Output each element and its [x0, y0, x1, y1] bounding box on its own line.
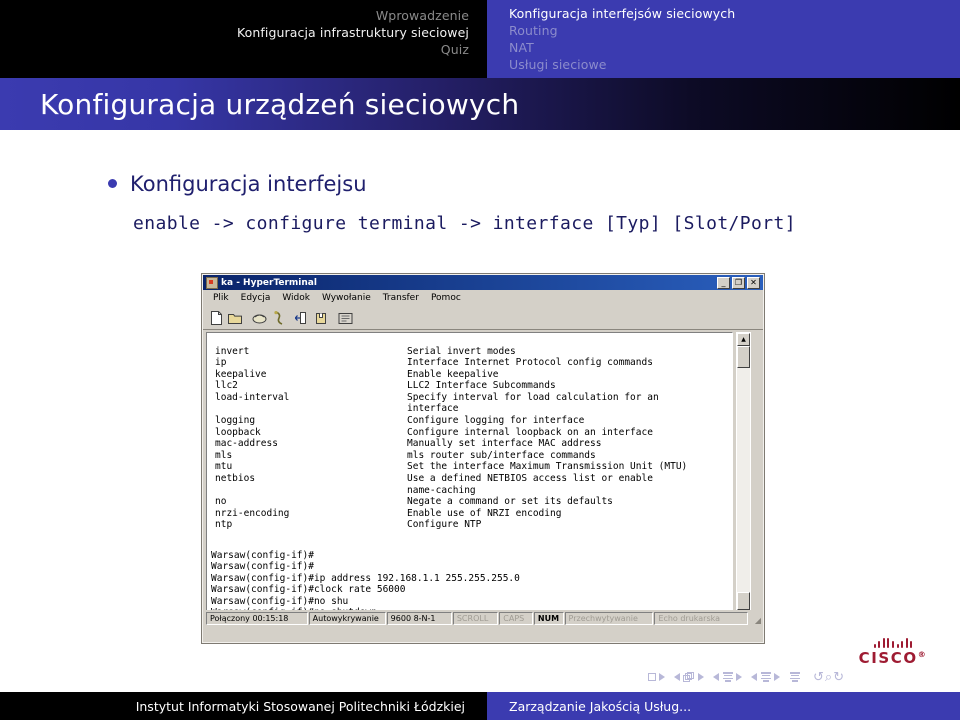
- next-frame-icon[interactable]: [698, 673, 704, 681]
- terminal-vertical-scrollbar[interactable]: ▲ ▼: [736, 332, 751, 624]
- hyperterminal-menubar: Plik Edycja Widok Wywołanie Transfer Pom…: [203, 290, 763, 307]
- scrollbar-thumb[interactable]: [737, 346, 750, 368]
- cisco-text: CISCO: [858, 649, 918, 667]
- cisco-logo: CISCO®: [850, 637, 936, 667]
- maximize-button[interactable]: ❐: [732, 276, 745, 289]
- frame-icon[interactable]: [683, 671, 695, 683]
- subsection-nav-group: [713, 672, 742, 682]
- status-line-settings: 9600 8-N-1: [386, 612, 452, 625]
- open-folder-icon[interactable]: [226, 310, 244, 327]
- slide-title-bar: Konfiguracja urządzeń sieciowych: [0, 78, 960, 130]
- cisco-bridge-icon: [850, 637, 936, 648]
- next-subsection-icon[interactable]: [736, 672, 742, 681]
- presentation-icon[interactable]: [789, 672, 800, 682]
- nav-item-konfiguracja-infrastruktury[interactable]: Konfiguracja infrastruktury sieciowej: [237, 24, 487, 41]
- terminal-commands-column: invert ip keepalive llc2 load-interval l…: [215, 345, 290, 531]
- nav-item-wprowadzenie[interactable]: Wprowadzenie: [376, 7, 487, 24]
- slide-root: Wprowadzenie Konfiguracja infrastruktury…: [0, 0, 960, 720]
- resize-grip-icon[interactable]: ◢: [749, 612, 761, 625]
- minimize-button[interactable]: _: [717, 276, 730, 289]
- forward-icon[interactable]: ↻: [833, 670, 845, 685]
- section-nav-left: Wprowadzenie Konfiguracja infrastruktury…: [0, 0, 487, 78]
- status-printer-echo: Echo drukarska: [654, 612, 749, 625]
- bullet-dot-icon: [108, 179, 117, 188]
- call-phone-icon[interactable]: [250, 310, 268, 327]
- terminal-descriptions-column: Serial invert modes Interface Internet P…: [407, 345, 688, 531]
- frame-nav-group: [674, 671, 704, 683]
- status-num: NUM: [533, 612, 564, 625]
- section-icon[interactable]: [760, 672, 771, 682]
- history-controls: ↺⌕↻: [813, 670, 845, 685]
- cisco-trademark: ®: [917, 650, 928, 659]
- footer-institute: Instytut Informatyki Stosowanej Politech…: [0, 692, 487, 720]
- send-file-icon[interactable]: [293, 310, 311, 327]
- previous-frame-icon[interactable]: [674, 673, 680, 681]
- slide-footer: Instytut Informatyki Stosowanej Politech…: [0, 692, 960, 720]
- menu-item-pomoc[interactable]: Pomoc: [425, 293, 467, 303]
- hyperterminal-toolbar: [203, 307, 763, 330]
- subsection-nav-right: Konfiguracja interfejsów sieciowych Rout…: [487, 0, 960, 78]
- footer-course: Zarządzanie Jakością Usług...: [487, 692, 960, 720]
- bullet-item: Konfiguracja interfejsu: [108, 172, 367, 196]
- status-capture: Przechwytywanie: [564, 612, 654, 625]
- slide-icon[interactable]: [648, 673, 656, 681]
- receive-file-icon[interactable]: [312, 310, 330, 327]
- scroll-up-button[interactable]: ▲: [737, 333, 750, 346]
- previous-subsection-icon[interactable]: [713, 672, 719, 681]
- slide-nav-group: [648, 673, 665, 681]
- nav-item-routing[interactable]: Routing: [509, 22, 558, 39]
- back-icon[interactable]: ↺: [813, 670, 825, 685]
- next-slide-icon[interactable]: [659, 673, 665, 681]
- hyperterminal-app-icon: [206, 276, 218, 289]
- subsection-icon[interactable]: [722, 672, 733, 682]
- terminal-screen[interactable]: invert ip keepalive llc2 load-interval l…: [206, 332, 733, 624]
- hyperterminal-window: ka - HyperTerminal _ ❐ ✕ Plik Edycja Wid…: [202, 274, 764, 643]
- hyperterminal-client-area: invert ip keepalive llc2 load-interval l…: [203, 330, 763, 627]
- status-caps: CAPS: [499, 612, 533, 625]
- presentation-nav-group: [789, 672, 800, 682]
- beamer-navigation-bar: ↺⌕↻: [648, 668, 948, 686]
- footer-institute-text: Instytut Informatyki Stosowanej Politech…: [135, 698, 465, 714]
- footer-course-text: Zarządzanie Jakością Usług...: [509, 698, 692, 714]
- status-connected: Połączony 00:15:18: [206, 612, 308, 625]
- window-controls: _ ❐ ✕: [717, 276, 761, 289]
- menu-item-widok[interactable]: Widok: [276, 293, 316, 303]
- menu-item-edycja[interactable]: Edycja: [235, 293, 277, 303]
- header-navigation: Wprowadzenie Konfiguracja infrastruktury…: [0, 0, 960, 78]
- hyperterminal-statusbar: Połączony 00:15:18 Autowykrywanie 9600 8…: [203, 610, 763, 627]
- search-icon[interactable]: ⌕: [825, 670, 833, 685]
- scrollbar-track-lower[interactable]: [737, 592, 750, 610]
- previous-section-icon[interactable]: [751, 672, 757, 681]
- nav-item-uslugi-sieciowe[interactable]: Usługi sieciowe: [509, 56, 607, 73]
- cisco-wordmark: CISCO®: [850, 649, 936, 667]
- command-path-text: enable -> configure terminal -> interfac…: [133, 213, 796, 234]
- new-document-icon[interactable]: [207, 310, 225, 327]
- section-nav-group: [751, 672, 780, 682]
- page-title: Konfiguracja urządzeń sieciowych: [40, 88, 520, 121]
- close-button[interactable]: ✕: [747, 276, 760, 289]
- hyperterminal-titlebar[interactable]: ka - HyperTerminal _ ❐ ✕: [203, 275, 763, 290]
- nav-item-konfiguracja-interfejsow[interactable]: Konfiguracja interfejsów sieciowych: [509, 5, 735, 22]
- menu-item-transfer[interactable]: Transfer: [377, 293, 425, 303]
- nav-item-nat[interactable]: NAT: [509, 39, 534, 56]
- status-detection: Autowykrywanie: [308, 612, 386, 625]
- menu-item-plik[interactable]: Plik: [207, 293, 235, 303]
- menu-item-wywolanie[interactable]: Wywołanie: [316, 293, 377, 303]
- next-section-icon[interactable]: [774, 672, 780, 681]
- status-scroll: SCROLL: [452, 612, 499, 625]
- hyperterminal-window-title: ka - HyperTerminal: [221, 277, 317, 288]
- disconnect-icon[interactable]: [269, 310, 287, 327]
- nav-item-quiz[interactable]: Quiz: [441, 41, 487, 58]
- bullet-label: Konfiguracja interfejsu: [130, 172, 367, 196]
- properties-icon[interactable]: [336, 310, 354, 327]
